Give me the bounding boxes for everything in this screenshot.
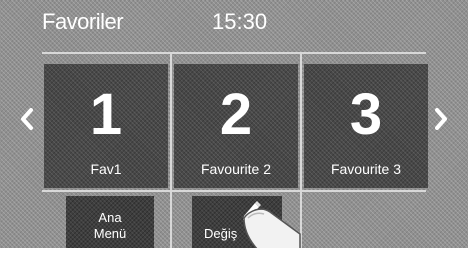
favorite-label: Favourite 3 (330, 161, 402, 177)
favorite-number: 3 (349, 82, 383, 147)
finger-pointer-icon (240, 204, 310, 248)
clock: 15:30 (212, 9, 268, 34)
main-menu-button[interactable]: Ana Menü (66, 196, 154, 248)
favorite-number: 1 (89, 82, 123, 147)
screen-title: Favoriler (42, 9, 124, 34)
top-divider (42, 52, 426, 54)
favorite-tile-2[interactable]: 2 Favourite 2 (174, 64, 298, 188)
footer-strip (0, 248, 468, 259)
bottom-divider (42, 190, 426, 192)
main-menu-label-line2: Menü (93, 226, 127, 241)
tile-divider (170, 52, 172, 248)
chevron-left-icon[interactable] (20, 108, 34, 134)
favorite-tile-1[interactable]: 1 Fav1 (44, 64, 168, 188)
favorite-label: Fav1 (90, 161, 122, 177)
main-menu-label-line1: Ana (98, 210, 122, 225)
chevron-right-icon[interactable] (434, 108, 448, 134)
favorite-tile-3[interactable]: 3 Favourite 3 (304, 64, 428, 188)
favorite-number: 2 (219, 82, 253, 147)
favorites-screen: Favoriler 15:30 1 Fav1 2 Favourite 2 3 F… (0, 0, 468, 248)
favorite-label: Favourite 2 (200, 161, 272, 177)
